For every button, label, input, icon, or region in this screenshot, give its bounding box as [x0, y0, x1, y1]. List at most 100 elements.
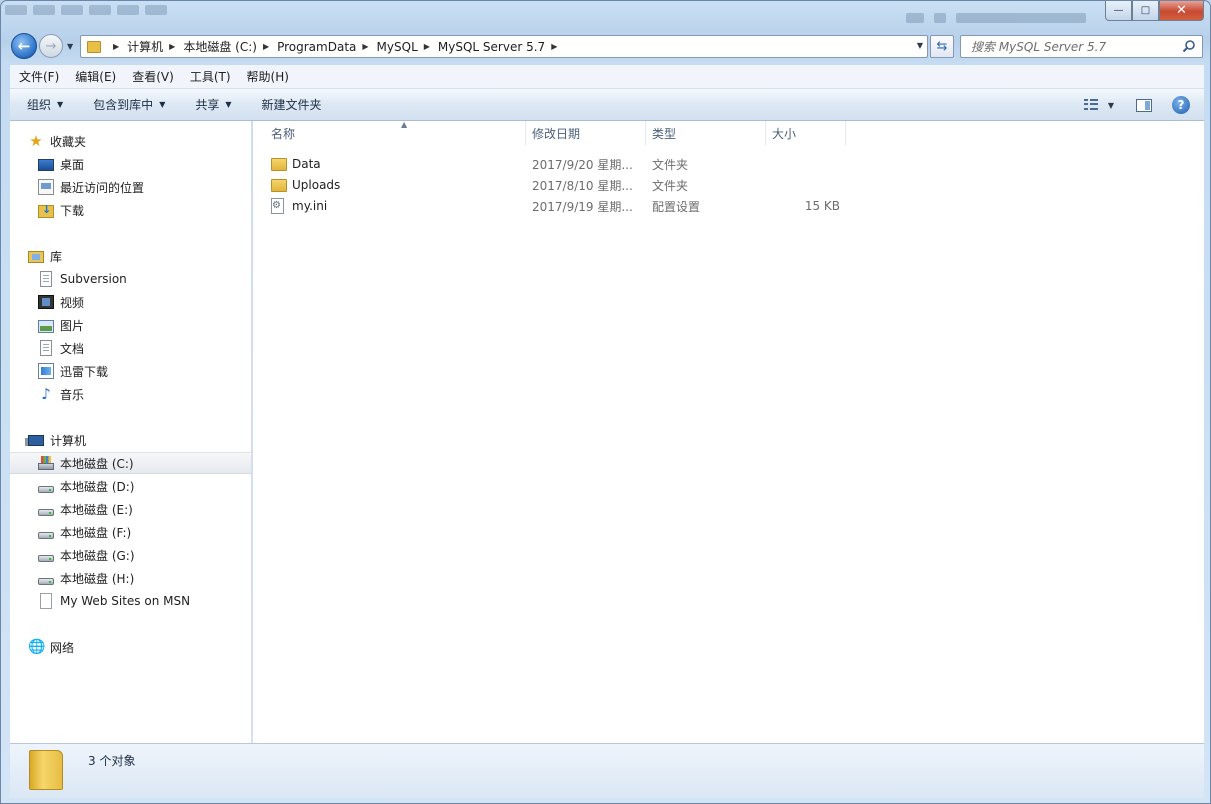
- breadcrumb-drive-c[interactable]: 本地磁盘 (C:): [183, 38, 257, 55]
- sidebar-item-downloads[interactable]: 下载: [38, 199, 84, 221]
- file-name-cell: my.ini: [271, 196, 327, 216]
- refresh-button[interactable]: ⇆: [930, 35, 954, 58]
- column-header-type[interactable]: 类型: [646, 121, 766, 145]
- sidebar-item-label: My Web Sites on MSN: [60, 594, 191, 608]
- title-bar-background-ghost: [5, 5, 167, 17]
- new-folder-label: 新建文件夹: [261, 98, 322, 112]
- organize-button[interactable]: 组织 ▼: [27, 96, 63, 113]
- sidebar-item-music[interactable]: ♪ 音乐: [38, 383, 84, 405]
- window-caption-buttons: — □ ✕: [1105, 1, 1204, 21]
- sidebar-item-thunder-downloads[interactable]: 迅雷下载: [38, 360, 108, 382]
- breadcrumb-separator-icon[interactable]: ▶: [424, 42, 430, 51]
- file-size: [772, 154, 840, 174]
- sidebar-item-subversion[interactable]: Subversion: [38, 268, 127, 290]
- breadcrumb-mysql[interactable]: MySQL: [377, 40, 418, 54]
- sidebar-item-drive-g[interactable]: 本地磁盘 (G:): [38, 544, 135, 566]
- file-size: [772, 175, 840, 195]
- new-folder-button[interactable]: 新建文件夹: [262, 96, 322, 113]
- sidebar-item-documents[interactable]: 文档: [38, 337, 84, 359]
- column-header-date[interactable]: 修改日期: [526, 121, 646, 145]
- file-name: Data: [292, 157, 321, 171]
- breadcrumb-separator-icon[interactable]: ▶: [169, 42, 175, 51]
- breadcrumb-separator-icon[interactable]: ▶: [113, 42, 119, 51]
- sidebar-item-drive-c[interactable]: 本地磁盘 (C:): [10, 452, 251, 474]
- recent-pages-dropdown-icon[interactable]: ▼: [67, 42, 73, 51]
- breadcrumb-mysql-server[interactable]: MySQL Server 5.7: [438, 40, 545, 54]
- chevron-down-icon: ▼: [57, 100, 64, 109]
- sidebar-item-videos[interactable]: 视频: [38, 291, 84, 313]
- sidebar-group-favorites[interactable]: ★ 收藏夹: [28, 130, 86, 152]
- sidebar-item-label: 视频: [60, 295, 85, 310]
- column-header-label: 类型: [652, 126, 677, 141]
- title-bar-background-ghost-right: [906, 13, 1086, 23]
- menu-file[interactable]: 文件(F): [19, 68, 59, 85]
- sidebar-item-drive-f[interactable]: 本地磁盘 (F:): [38, 521, 131, 543]
- include-in-library-label: 包含到库中: [93, 98, 154, 112]
- sidebar-item-label: 迅雷下载: [60, 364, 109, 379]
- organize-label: 组织: [27, 98, 52, 112]
- sidebar-item-label: 桌面: [60, 157, 85, 172]
- search-icon[interactable]: [1182, 39, 1196, 53]
- menu-bar: 文件(F) 编辑(E) 查看(V) 工具(T) 帮助(H): [10, 65, 1204, 89]
- file-row[interactable]: Uploads 2017/8/10 星期... 文件夹: [271, 175, 851, 195]
- network-icon: 🌐: [28, 639, 46, 655]
- menu-help[interactable]: 帮助(H): [247, 68, 289, 85]
- breadcrumb-separator-icon[interactable]: ▶: [263, 42, 269, 51]
- sidebar-item-recent-places[interactable]: 最近访问的位置: [38, 176, 144, 198]
- menu-tools[interactable]: 工具(T): [190, 68, 231, 85]
- file-modified: 2017/9/19 星期...: [532, 199, 633, 214]
- hard-drive-icon: [38, 531, 54, 539]
- library-icon: [28, 251, 44, 263]
- back-button[interactable]: ←: [11, 33, 37, 59]
- help-icon[interactable]: ?: [1172, 96, 1190, 114]
- folder-icon: [271, 157, 287, 171]
- file-modified: 2017/9/20 星期...: [532, 157, 633, 172]
- file-name: Uploads: [292, 178, 341, 192]
- minimize-button[interactable]: —: [1105, 1, 1132, 21]
- item-count: 3 个对象: [88, 754, 136, 768]
- sidebar-item-pictures[interactable]: 图片: [38, 314, 84, 336]
- sidebar-group-network[interactable]: 🌐 网络: [28, 636, 74, 658]
- sidebar-group-computer[interactable]: 计算机: [25, 429, 86, 451]
- sidebar-item-drive-e[interactable]: 本地磁盘 (E:): [38, 498, 133, 520]
- downloads-icon: [38, 203, 54, 218]
- column-header-name[interactable]: ▲ 名称: [265, 120, 526, 145]
- breadcrumb-separator-icon[interactable]: ▶: [551, 42, 557, 51]
- search-box[interactable]: [960, 35, 1203, 58]
- sidebar-item-label: Subversion: [60, 272, 127, 286]
- file-row[interactable]: Data 2017/9/20 星期... 文件夹: [271, 154, 851, 174]
- sidebar-item-desktop[interactable]: 桌面: [38, 153, 84, 175]
- share-button[interactable]: 共享 ▼: [195, 96, 231, 113]
- sidebar-item-label: 图片: [60, 318, 85, 333]
- file-row[interactable]: my.ini 2017/9/19 星期... 配置设置 15 KB: [271, 196, 851, 216]
- document-library-icon: [40, 271, 52, 287]
- preview-pane-icon[interactable]: [1136, 98, 1152, 112]
- breadcrumb-programdata[interactable]: ProgramData: [277, 40, 356, 54]
- close-button[interactable]: ✕: [1159, 1, 1204, 21]
- search-input[interactable]: [971, 39, 1171, 54]
- music-note-icon: ♪: [41, 385, 51, 403]
- address-bar[interactable]: ▶ 计算机 ▶ 本地磁盘 (C:) ▶ ProgramData ▶ MySQL …: [80, 35, 928, 58]
- menu-edit[interactable]: 编辑(E): [75, 68, 116, 85]
- computer-icon: [25, 435, 44, 446]
- share-label: 共享: [195, 98, 220, 112]
- change-view-icon[interactable]: [1083, 99, 1098, 111]
- menu-view[interactable]: 查看(V): [132, 68, 174, 85]
- maximize-button[interactable]: □: [1132, 1, 1159, 21]
- title-bar[interactable]: — □ ✕: [1, 1, 1210, 31]
- sidebar-group-libraries[interactable]: 库: [28, 245, 62, 267]
- sidebar-item-my-web-sites[interactable]: My Web Sites on MSN: [38, 590, 190, 612]
- forward-button[interactable]: →: [39, 34, 63, 58]
- address-history-dropdown-icon[interactable]: ▼: [917, 41, 923, 50]
- details-pane: 3 个对象: [10, 743, 1204, 798]
- breadcrumb-separator-icon[interactable]: ▶: [362, 42, 368, 51]
- sidebar-item-drive-d[interactable]: 本地磁盘 (D:): [38, 475, 134, 497]
- column-header-size[interactable]: 大小: [766, 121, 846, 145]
- view-options-dropdown-icon[interactable]: ▼: [1108, 101, 1114, 110]
- include-in-library-button[interactable]: 包含到库中 ▼: [93, 96, 165, 113]
- sidebar-item-label: 音乐: [60, 387, 85, 402]
- navigation-pane: ★ 收藏夹 桌面 最近访问的位置 下载 库 Subversion 视频: [10, 121, 252, 743]
- sidebar-item-drive-h[interactable]: 本地磁盘 (H:): [38, 567, 134, 589]
- hard-drive-icon: [38, 577, 54, 585]
- breadcrumb-computer[interactable]: 计算机: [127, 38, 163, 55]
